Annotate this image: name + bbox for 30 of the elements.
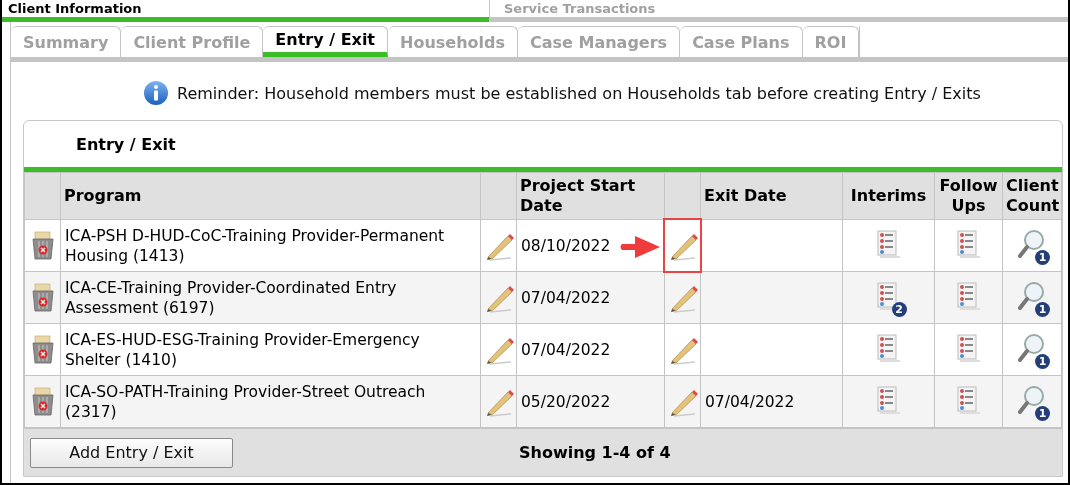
start-date-cell: 05/20/2022 xyxy=(516,375,665,428)
add-entry-exit-button[interactable]: Add Entry / Exit xyxy=(30,437,233,468)
column-header: Follow Ups xyxy=(934,172,1003,220)
trash-icon[interactable] xyxy=(29,282,56,313)
program-cell: ICA-SO-PATH-Training Provider-Street Outreach (2317) xyxy=(60,375,481,428)
arrow-icon xyxy=(619,234,661,260)
start-date-cell: 07/04/2022 xyxy=(516,271,665,324)
top-tab[interactable]: Client Information xyxy=(2,0,489,22)
column-header: Interims xyxy=(842,172,935,220)
exit-date-cell: 07/04/2022 xyxy=(700,375,843,428)
program-cell: ICA-CE-Training Provider-Coordinated Entry Assessment (6197) xyxy=(60,271,481,324)
info-icon xyxy=(143,80,169,106)
count-badge: 1 xyxy=(1035,405,1050,421)
column-header: Program xyxy=(60,172,481,220)
program-cell: ICA-PSH D-HUD-CoC-Training Provider-Permanent Housing (1413) xyxy=(60,219,481,272)
showing-count: Showing 1-4 of 4 xyxy=(519,443,671,462)
trash-icon[interactable] xyxy=(29,230,56,261)
start-date-cell: 07/04/2022 xyxy=(516,323,665,376)
count-badge: 1 xyxy=(1035,353,1050,369)
panel-title: Entry / Exit xyxy=(76,134,176,154)
column-header: Project Start Date xyxy=(516,172,665,220)
column-header: Exit Date xyxy=(700,172,843,220)
tab[interactable]: Entry / Exit xyxy=(263,26,388,57)
reminder-text: Reminder: Household members must be established on Households tab before creating Entry / Exits xyxy=(177,83,981,103)
program-cell: ICA-ES-HUD-ESG-Training Provider-Emergency Shelter (1410) xyxy=(60,323,481,376)
count-badge: 1 xyxy=(1035,301,1050,317)
count-badge: 1 xyxy=(1035,249,1050,265)
trash-icon[interactable] xyxy=(29,386,56,417)
trash-icon[interactable] xyxy=(29,334,56,365)
column-header: Client Count xyxy=(1002,172,1062,220)
